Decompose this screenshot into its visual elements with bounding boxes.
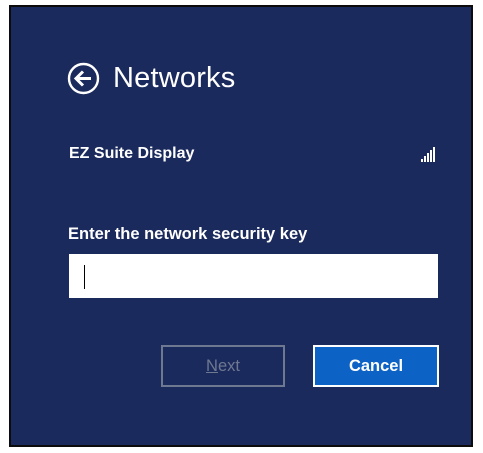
signal-strength-icon — [421, 146, 435, 162]
flyout-header: Networks — [67, 59, 235, 97]
next-button[interactable]: Next — [161, 345, 285, 387]
security-key-label: Enter the network security key — [68, 225, 308, 243]
next-mnemonic: N — [206, 356, 218, 375]
signal-bar — [424, 156, 426, 162]
signal-bar — [433, 147, 435, 162]
network-item[interactable]: EZ Suite Display — [69, 142, 435, 166]
page-title: Networks — [113, 61, 236, 94]
text-caret — [84, 265, 85, 289]
back-button[interactable] — [67, 62, 100, 95]
signal-bar — [421, 159, 423, 162]
next-label-rest: ext — [217, 356, 240, 375]
network-name: EZ Suite Display — [69, 145, 195, 162]
cancel-button[interactable]: Cancel — [313, 345, 439, 387]
networks-flyout: Networks EZ Suite Display Enter the netw… — [9, 5, 473, 447]
back-arrow-circle-icon — [67, 62, 100, 94]
security-key-input[interactable] — [69, 254, 438, 298]
signal-bar — [430, 150, 432, 162]
signal-bar — [427, 153, 429, 162]
